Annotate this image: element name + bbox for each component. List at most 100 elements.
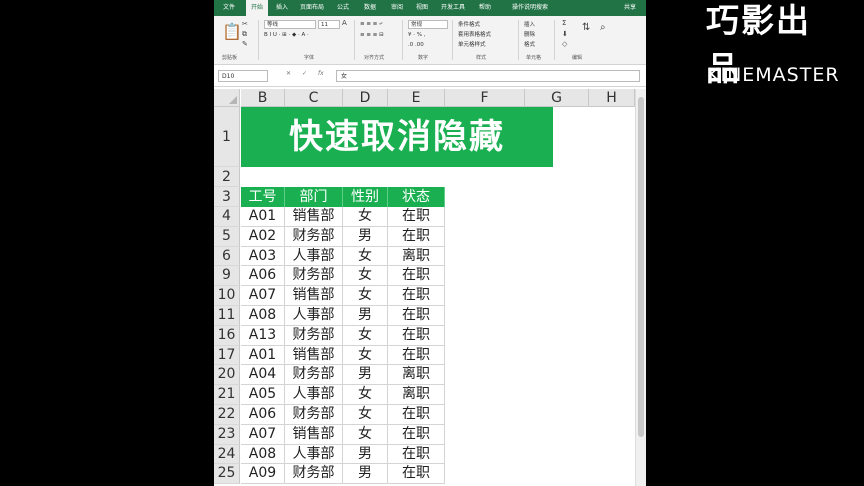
table-cell[interactable]: A04 [241, 365, 285, 386]
table-header-cell[interactable]: 工号 [241, 187, 285, 207]
cut-icon[interactable]: ✂ [242, 20, 248, 28]
row-header[interactable]: 24 [214, 444, 240, 465]
format-painter-icon[interactable]: ✎ [242, 40, 248, 48]
align-top-icons[interactable]: ≡ ≡ ≡ ⤶ [360, 21, 382, 28]
table-cell[interactable]: 财务部 [285, 266, 343, 287]
find-select-icon[interactable]: ⌕ [600, 22, 606, 33]
table-cell[interactable]: A01 [241, 207, 285, 227]
select-all-button[interactable] [214, 89, 240, 107]
bold-italic-underline-icons[interactable]: B I U · ⊞ · ◆ · A · [264, 32, 309, 38]
row-header[interactable]: 17 [214, 345, 240, 366]
row-header[interactable]: 16 [214, 325, 240, 346]
table-cell[interactable]: 在职 [388, 306, 445, 326]
scrollbar-thumb[interactable] [638, 97, 644, 437]
table-cell[interactable]: A06 [241, 266, 285, 287]
table-cell[interactable]: 在职 [388, 405, 445, 425]
table-cell[interactable]: A07 [241, 286, 285, 306]
table-cell[interactable]: 人事部 [285, 444, 343, 465]
table-cell[interactable]: 离职 [388, 246, 445, 267]
column-header-F[interactable]: F [445, 89, 525, 107]
function-icon[interactable]: fx [318, 70, 324, 77]
table-cell[interactable]: 财务部 [285, 365, 343, 386]
name-box[interactable]: D10 [218, 70, 268, 82]
table-cell[interactable]: 在职 [388, 266, 445, 287]
delete-cells-button[interactable]: 删除 [524, 30, 535, 38]
column-header-D[interactable]: D [343, 89, 388, 107]
row-header[interactable]: 3 [214, 187, 240, 207]
table-cell[interactable]: A13 [241, 325, 285, 346]
table-cell[interactable]: 离职 [388, 385, 445, 405]
column-header-H[interactable]: H [589, 89, 635, 107]
tab-10[interactable]: 操作说明搜索 [500, 0, 560, 16]
table-cell[interactable]: 在职 [388, 345, 445, 366]
table-cell[interactable]: 财务部 [285, 464, 343, 485]
tab-6[interactable]: 审阅 [386, 0, 408, 16]
table-cell[interactable]: 女 [343, 325, 388, 346]
column-header-E[interactable]: E [388, 89, 445, 107]
table-cell[interactable]: 在职 [388, 207, 445, 227]
column-header-B[interactable]: B [241, 89, 285, 107]
align-left-icons[interactable]: ≡ ≡ ≡ ⊟ [360, 32, 384, 38]
format-cells-button[interactable]: 格式 [524, 40, 535, 48]
table-cell[interactable]: 男 [343, 464, 388, 485]
tab-4[interactable]: 公式 [332, 0, 354, 16]
tab-3[interactable]: 页面布局 [296, 0, 328, 16]
column-header-G[interactable]: G [525, 89, 589, 107]
table-cell[interactable]: A02 [241, 226, 285, 247]
row-header[interactable]: 6 [214, 246, 240, 267]
decimal-icons[interactable]: .0 .00 [408, 42, 424, 48]
table-cell[interactable]: 财务部 [285, 325, 343, 346]
table-cell[interactable]: 销售部 [285, 286, 343, 306]
table-cell[interactable]: A08 [241, 444, 285, 465]
table-cell[interactable]: A05 [241, 385, 285, 405]
format-as-table-button[interactable]: 套用表格格式 [458, 30, 491, 38]
table-cell[interactable]: 在职 [388, 226, 445, 247]
table-cell[interactable]: 男 [343, 444, 388, 465]
table-header-cell[interactable]: 部门 [285, 187, 343, 207]
table-cell[interactable]: A03 [241, 246, 285, 267]
table-cell[interactable]: A08 [241, 306, 285, 326]
tab-2[interactable]: 插入 [272, 0, 292, 16]
table-cell[interactable]: A09 [241, 464, 285, 485]
row-header[interactable]: 25 [214, 464, 240, 485]
sort-filter-icon[interactable]: ⇅ [582, 22, 590, 33]
row-header[interactable]: 1 [214, 107, 240, 167]
row-header[interactable]: 20 [214, 365, 240, 386]
number-format-select[interactable]: 常规 [408, 20, 448, 29]
table-cell[interactable]: 在职 [388, 464, 445, 485]
increase-font-icon[interactable]: A [342, 19, 347, 27]
table-cell[interactable]: 在职 [388, 424, 445, 445]
tab-7[interactable]: 视图 [412, 0, 432, 16]
table-cell[interactable]: 销售部 [285, 424, 343, 445]
column-header-C[interactable]: C [285, 89, 343, 107]
cancel-icon[interactable]: ✕ [286, 70, 291, 77]
table-cell[interactable]: 在职 [388, 286, 445, 306]
table-cell[interactable]: A01 [241, 345, 285, 366]
table-header-cell[interactable]: 状态 [388, 187, 445, 207]
cell-styles-button[interactable]: 单元格样式 [458, 40, 486, 48]
table-cell[interactable]: 离职 [388, 365, 445, 386]
table-cell[interactable]: 人事部 [285, 385, 343, 405]
table-cell[interactable]: 财务部 [285, 405, 343, 425]
row-header[interactable]: 4 [214, 207, 240, 227]
table-cell[interactable]: 女 [343, 385, 388, 405]
table-cell[interactable]: 女 [343, 424, 388, 445]
table-cell[interactable]: 财务部 [285, 226, 343, 247]
row-header[interactable]: 9 [214, 266, 240, 287]
tab-1[interactable]: 开始 [246, 0, 268, 16]
table-cell[interactable]: 男 [343, 226, 388, 247]
table-cell[interactable]: 女 [343, 207, 388, 227]
vertical-scrollbar[interactable] [635, 89, 646, 486]
table-cell[interactable]: 销售部 [285, 207, 343, 227]
row-header[interactable]: 10 [214, 286, 240, 306]
table-cell[interactable]: 男 [343, 306, 388, 326]
table-cell[interactable]: A06 [241, 405, 285, 425]
currency-percent-icons[interactable]: ¥ · % , [408, 32, 425, 38]
formula-input[interactable]: 女 [336, 70, 640, 82]
table-cell[interactable]: 女 [343, 345, 388, 366]
share-button[interactable]: 共享 [624, 0, 636, 16]
table-header-cell[interactable]: 性别 [343, 187, 388, 207]
table-cell[interactable]: 女 [343, 405, 388, 425]
tab-0[interactable]: 文件 [216, 0, 242, 16]
row-header[interactable]: 23 [214, 424, 240, 445]
